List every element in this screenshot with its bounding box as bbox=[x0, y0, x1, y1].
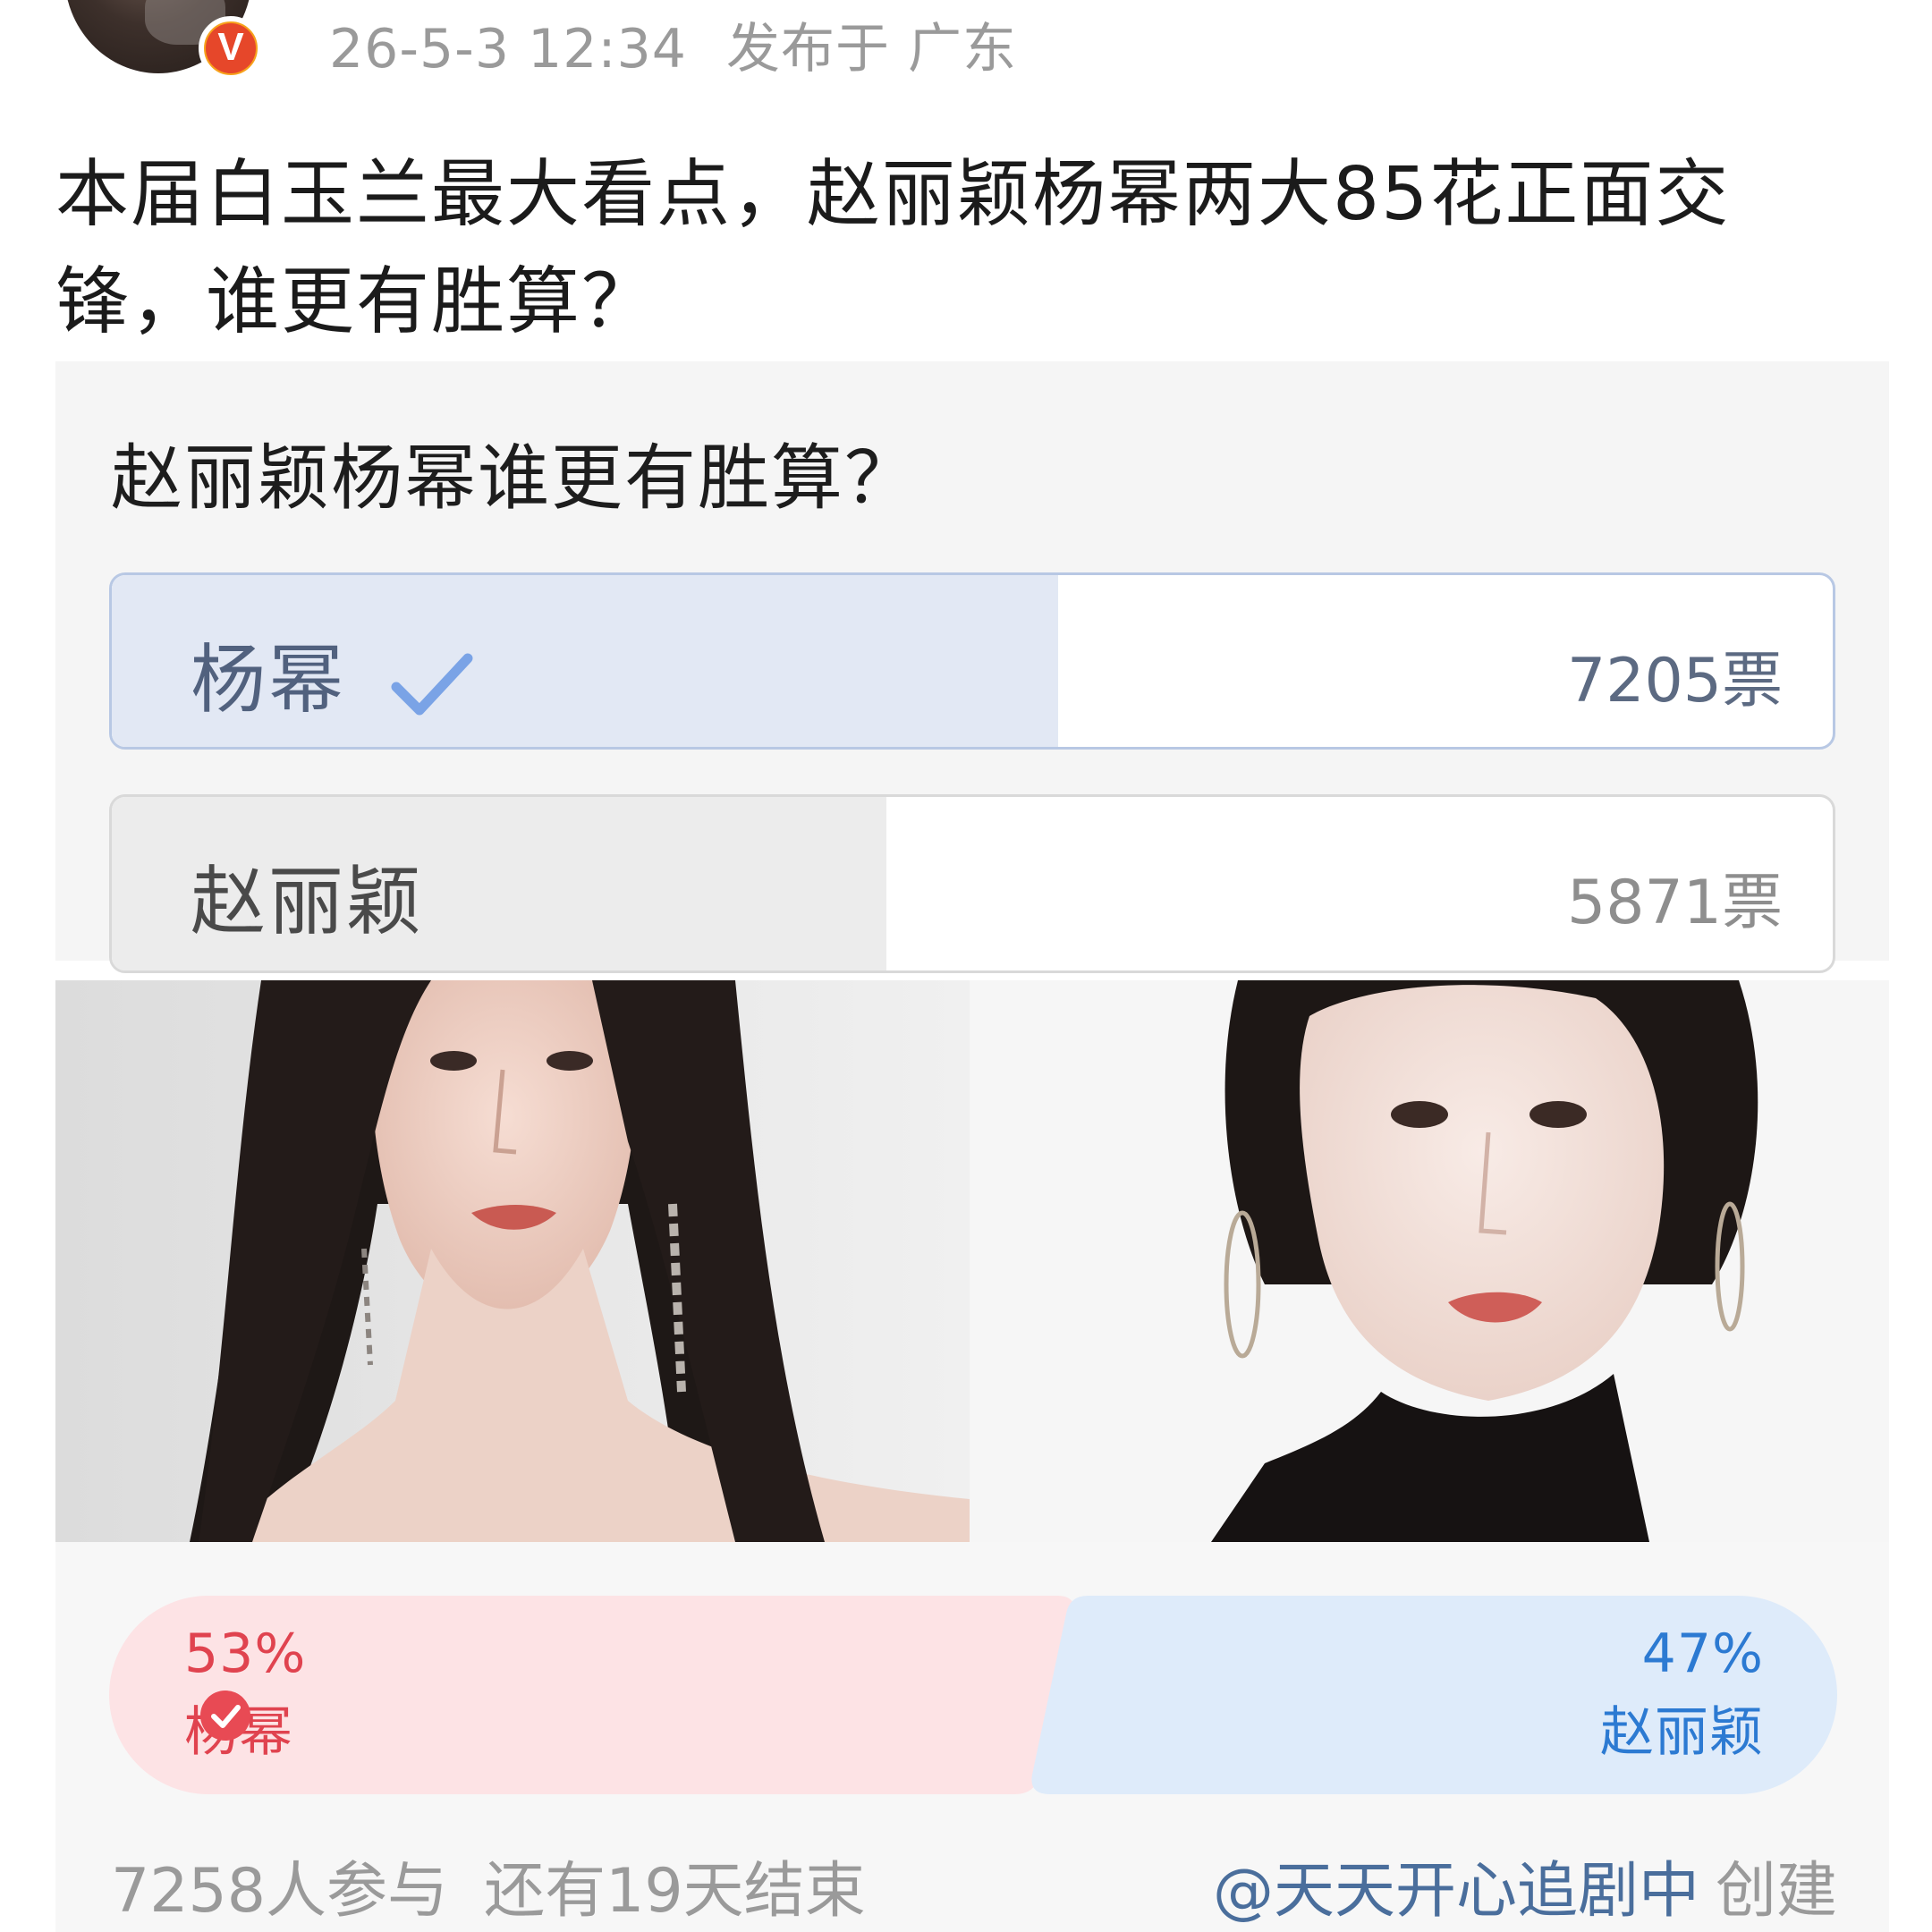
check-circle-icon bbox=[200, 1690, 250, 1741]
poll-option-votes: 5871票 bbox=[1566, 868, 1783, 938]
pk-percent-left: 53% bbox=[184, 1623, 307, 1685]
portrait-image bbox=[970, 980, 1889, 1542]
post-text: 本届白玉兰最大看点，赵丽颖杨幂两大85花正面交锋，谁更有胜算？ bbox=[55, 152, 1731, 344]
pk-vote-zhaoliying[interactable]: 47% 赵丽颖 bbox=[1025, 1596, 1837, 1794]
post-meta: 26-5-3 12:34 发布于 广东 bbox=[329, 5, 1017, 83]
pk-area: 53% 杨幂 47% 赵丽颖 7258人参与还有19天结束 @天天开心追剧中创建 bbox=[55, 1542, 1889, 1932]
check-icon bbox=[391, 653, 473, 716]
poll-option-zhaoliying[interactable]: 赵丽颖 5871票 bbox=[109, 794, 1835, 973]
creator-link[interactable]: @天天开心追剧中 bbox=[1213, 1856, 1699, 1927]
poll-card: 赵丽颖杨幂谁更有胜算？ 杨幂 7205票 赵丽颖 5871票 bbox=[55, 361, 1889, 973]
poll-question: 赵丽颖杨幂谁更有胜算？ bbox=[111, 436, 918, 520]
poll-creator: @天天开心追剧中 创建 bbox=[1213, 1841, 1837, 1929]
poll-option-yangmi[interactable]: 杨幂 7205票 bbox=[109, 572, 1835, 750]
post-location: 发布于 广东 bbox=[725, 18, 1018, 80]
created-label: 创建 bbox=[1715, 1856, 1837, 1927]
post-timestamp: 26-5-3 12:34 bbox=[329, 18, 687, 80]
pk-vote-yangmi[interactable]: 53% 杨幂 bbox=[109, 1596, 1082, 1794]
poll-stats: 7258人参与 还有19天结束 bbox=[111, 1841, 866, 1929]
portrait-image bbox=[55, 980, 970, 1542]
photo-zhaoliying[interactable] bbox=[970, 980, 1889, 1542]
poll-option-label: 杨幂 bbox=[191, 636, 347, 724]
pk-name-right: 赵丽颖 bbox=[1600, 1701, 1764, 1764]
photo-yangmi[interactable] bbox=[55, 980, 970, 1542]
poll-option-votes: 7205票 bbox=[1566, 646, 1783, 716]
participants-count: 7258人参与 bbox=[111, 1856, 449, 1927]
remaining-time: 还有19天结束 bbox=[484, 1856, 866, 1927]
verified-badge-icon: V bbox=[199, 16, 263, 80]
poll-option-label: 赵丽颖 bbox=[191, 858, 425, 945]
pk-percent-right: 47% bbox=[1641, 1623, 1764, 1685]
